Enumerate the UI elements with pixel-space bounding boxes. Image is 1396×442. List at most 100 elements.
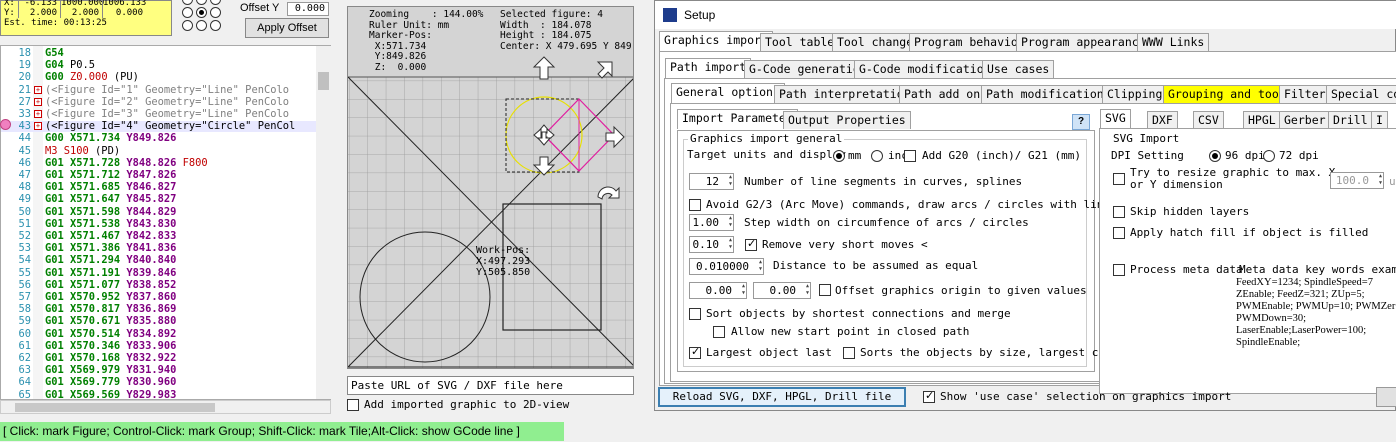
tab-graphics-import[interactable]: Graphics import	[659, 31, 773, 51]
gcode-line[interactable]: 62 G01 X570.168 Y832.922	[1, 353, 317, 364]
hatch-fill-checkbox[interactable]	[1113, 227, 1125, 239]
dpi-96-radio[interactable]	[1209, 150, 1221, 162]
gcode-line[interactable]: 19 G04 P0.5	[1, 60, 317, 71]
apply-offset-button[interactable]: Apply Offset	[245, 18, 329, 38]
segments-spinner[interactable]: 12	[689, 173, 734, 190]
add-to-2d-view-checkbox[interactable]	[347, 399, 359, 411]
meta-data-checkbox[interactable]	[1113, 264, 1125, 276]
svg-url-input[interactable]: Paste URL of SVG / DXF file here	[347, 376, 634, 395]
gcode-editor[interactable]: 18 G54 19 G04 P0.5 20 G00 Z0.000 (PU) 21 (<Figu…	[0, 45, 331, 400]
sort-by-size-checkbox[interactable]	[843, 347, 855, 359]
gcode-line[interactable]: 44 G00 X571.734 Y849.826	[1, 133, 317, 144]
gcode-line[interactable]: 49 G01 X571.647 Y845.827	[1, 194, 317, 205]
sort-objects-checkbox[interactable]	[689, 308, 701, 320]
tab-g-code-modification[interactable]: G-Code modification	[854, 60, 996, 78]
zero-radio-group[interactable]	[182, 0, 226, 36]
gcode-line[interactable]: 65 G01 X569.569 Y829.983	[1, 389, 317, 399]
distance-equal-spinner[interactable]: 0.010000	[689, 258, 764, 275]
tab-www-links[interactable]: WWW Links	[1137, 33, 1210, 51]
gcode-line[interactable]: 63 G01 X569.979 Y831.940	[1, 365, 317, 376]
tab-general-options[interactable]: General options	[671, 83, 785, 103]
radio-option[interactable]	[182, 20, 193, 31]
radio-option[interactable]	[196, 20, 207, 31]
offset-y-input[interactable]: 0.000	[287, 2, 329, 16]
gcode-line[interactable]: 33 (<Figure Id="3" Geometry="Line" PenCol…	[1, 109, 317, 120]
show-use-case-checkbox[interactable]	[923, 389, 935, 403]
tab-hpgl[interactable]: HPGL	[1243, 111, 1281, 129]
scroll-thumb[interactable]	[15, 403, 215, 412]
tab-drill[interactable]: Drill	[1328, 111, 1373, 129]
tab-dxf[interactable]: DXF	[1147, 111, 1178, 129]
expand-fold-icon[interactable]: +	[34, 97, 42, 106]
scroll-thumb[interactable]	[318, 72, 329, 90]
gcode-line[interactable]: 60 G01 X570.514 Y834.892	[1, 328, 317, 340]
gcode-line[interactable]: 21 (<Figure Id="1" Geometry="Line" PenCol…	[1, 84, 317, 96]
radio-option[interactable]	[210, 7, 221, 18]
gcode-line[interactable]: 20 G00 Z0.000 (PU)	[1, 72, 317, 83]
expand-fold-icon[interactable]: +	[34, 85, 42, 94]
radio-option[interactable]	[182, 7, 193, 18]
tab-path-interpretation[interactable]: Path interpretation	[774, 85, 916, 103]
tab-special-co[interactable]: Special co	[1326, 85, 1396, 103]
gcode-line[interactable]: 56 G01 X571.077 Y838.852	[1, 279, 317, 291]
largest-last-checkbox[interactable]	[689, 345, 701, 359]
gcode-line[interactable]: 57 G01 X570.952 Y837.860	[1, 292, 317, 303]
reload-file-button[interactable]: Reload SVG, DXF, HPGL, Drill file	[658, 387, 906, 407]
gcode-line[interactable]: 64 G01 X569.779 Y830.960	[1, 377, 317, 388]
setup-title-bar[interactable]: Setup	[655, 1, 1396, 29]
gcode-line[interactable]: 45 M3 S100 (PD)	[1, 145, 317, 157]
gcode-line[interactable]: 52 G01 X571.467 Y842.833	[1, 231, 317, 242]
remove-short-moves-checkbox[interactable]	[745, 237, 757, 251]
short-moves-spinner[interactable]: 0.10	[689, 236, 734, 253]
gcode-line[interactable]: 55 G01 X571.191 Y839.846	[1, 267, 317, 279]
tab-grouping-and-tools[interactable]: Grouping and tools	[1163, 85, 1298, 103]
radio-option-selected[interactable]	[196, 7, 207, 18]
skip-hidden-checkbox[interactable]	[1113, 206, 1125, 218]
gcode-line[interactable]: 61 G01 X570.346 Y833.906	[1, 340, 317, 352]
tab-csv[interactable]: CSV	[1193, 111, 1224, 129]
tab-program-appearance[interactable]: Program appearance	[1016, 33, 1151, 51]
gcode-line[interactable]: 48 G01 X571.685 Y846.827	[1, 182, 317, 193]
radio-option[interactable]	[210, 20, 221, 31]
ok-button[interactable]	[1376, 387, 1396, 407]
gcode-line[interactable]: 43 (<Figure Id="4" Geometry="Circle" PenC…	[1, 121, 317, 133]
tab-svg[interactable]: SVG	[1100, 109, 1131, 129]
gcode-horizontal-scrollbar[interactable]	[0, 400, 331, 414]
gcode-line[interactable]: 47 G01 X571.712 Y847.826	[1, 170, 317, 181]
tab-i[interactable]: I	[1371, 111, 1388, 129]
tab-import-parameter[interactable]: Import Parameter	[677, 109, 798, 129]
resize-checkbox[interactable]	[1113, 173, 1125, 185]
gcode-line[interactable]: 46 G01 X571.728 Y848.826 F800	[1, 157, 317, 169]
gcode-line[interactable]: 54 G01 X571.294 Y840.840	[1, 255, 317, 266]
gcode-line[interactable]: 51 G01 X571.538 Y843.830	[1, 218, 317, 230]
offset-x-spinner[interactable]: 0.00	[689, 282, 747, 299]
expand-fold-icon[interactable]: +	[34, 122, 42, 131]
tab-program-behavior[interactable]: Program behavior	[909, 33, 1030, 51]
tab-path-import[interactable]: Path import	[665, 58, 752, 78]
radio-option[interactable]	[182, 0, 193, 5]
tab-use-cases[interactable]: Use cases	[982, 60, 1055, 78]
resize-spinner[interactable]: 100.0	[1330, 172, 1384, 189]
gcode-line[interactable]: 18 G54	[1, 48, 317, 59]
tab-gerber[interactable]: Gerber	[1279, 111, 1331, 129]
tab-path-modifications[interactable]: Path modifications	[981, 85, 1116, 103]
inch-radio[interactable]	[871, 150, 883, 162]
gcode-line[interactable]: 50 G01 X571.598 Y844.829	[1, 206, 317, 218]
add-g20-checkbox[interactable]	[904, 150, 916, 162]
tab-tool-table[interactable]: Tool table	[760, 33, 840, 51]
gcode-line[interactable]: 27 (<Figure Id="2" Geometry="Line" PenCol…	[1, 96, 317, 108]
radio-option[interactable]	[210, 0, 221, 5]
radio-option[interactable]	[196, 0, 207, 5]
expand-fold-icon[interactable]: +	[34, 110, 42, 118]
dpi-72-radio[interactable]	[1263, 150, 1275, 162]
gcode-line[interactable]: 59 G01 X570.671 Y835.880	[1, 316, 317, 327]
avoid-g23-checkbox[interactable]	[689, 199, 701, 211]
tab-output-properties[interactable]: Output Properties	[783, 111, 911, 129]
gcode-line[interactable]: 53 G01 X571.386 Y841.836	[1, 243, 317, 254]
graphic-2d-view[interactable]: Zooming : 144.00% Ruler Unit: mm Marker-…	[347, 6, 634, 369]
tab-path-add-ons[interactable]: Path add ons	[899, 85, 993, 103]
mm-radio[interactable]	[833, 150, 845, 162]
new-start-point-checkbox[interactable]	[713, 326, 725, 338]
offset-y-spinner[interactable]: 0.00	[753, 282, 811, 299]
offset-origin-checkbox[interactable]	[819, 284, 831, 296]
